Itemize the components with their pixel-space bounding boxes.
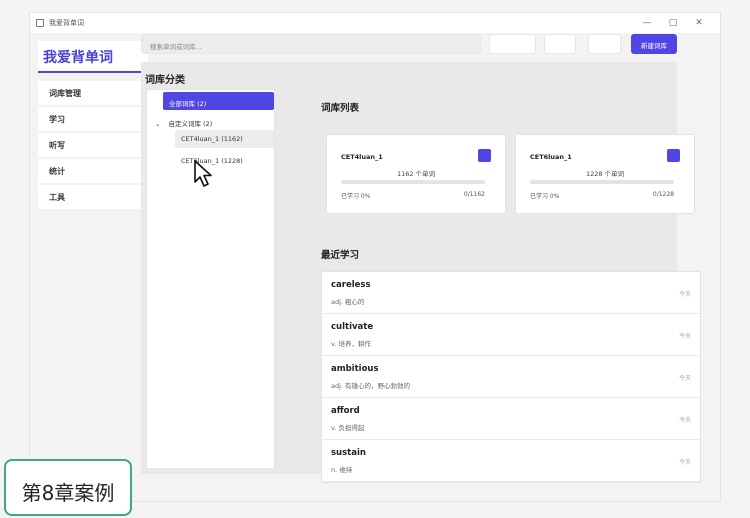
word-definition: v. 培养，耕作 (331, 340, 371, 348)
sidebar-item-stats[interactable]: 统计 (38, 159, 148, 183)
library-color-swatch[interactable] (478, 149, 491, 162)
word-definition: adj. 粗心的 (331, 298, 365, 306)
list-item[interactable]: ambitious adj. 有雄心的，野心勃勃的 今天 (322, 356, 700, 398)
chevron-down-icon[interactable]: ⌄ (155, 120, 160, 128)
search-input[interactable]: 搜索单词或词库... (141, 34, 481, 54)
word-text: afford (331, 406, 360, 416)
library-category-title: 词库分类 (145, 75, 185, 86)
tree-item-cet6[interactable]: CET6luan_1 (1228) (175, 152, 274, 170)
chapter-badge: 第8章案例 (4, 459, 132, 516)
toolbar-button-2[interactable] (544, 34, 576, 54)
progress-bar (530, 180, 674, 184)
word-time: 今天 (678, 417, 691, 424)
toolbar: 搜索单词或词库... 新建词库 (141, 34, 677, 56)
word-time: 今天 (678, 291, 691, 298)
progress-ratio: 0/1228 (652, 191, 674, 198)
word-definition: adj. 有雄心的，野心勃勃的 (331, 382, 411, 390)
sidebar-item-library[interactable]: 词库管理 (38, 81, 148, 105)
library-card-name: CET6luan_1 (530, 153, 572, 161)
word-time: 今天 (678, 375, 691, 382)
tree-group-custom[interactable]: ⌄ 自定义词库 (2) (155, 118, 212, 128)
library-word-count: 1162 个单词 (396, 170, 436, 178)
word-text: careless (331, 280, 371, 290)
word-text: ambitious (331, 364, 379, 374)
library-tree: 全部词库 (2) ⌄ 自定义词库 (2) CET4luan_1 (1162) CE… (146, 89, 275, 469)
list-item[interactable]: careless adj. 粗心的 今天 (322, 272, 700, 314)
recent-study-title: 最近学习 (321, 250, 360, 261)
word-time: 今天 (678, 333, 691, 340)
library-word-count: 1228 个单词 (585, 170, 625, 178)
window-title: 我爱背单词 (49, 19, 84, 27)
app-brand: 我爱背单词 (38, 41, 148, 73)
sidebar-item-study[interactable]: 学习 (38, 107, 148, 131)
list-item[interactable]: cultivate v. 培养，耕作 今天 (322, 314, 700, 356)
tree-group-label: 自定义词库 (2) (168, 120, 213, 128)
recent-word-list: careless adj. 粗心的 今天 cultivate v. 培养，耕作 … (321, 271, 701, 483)
library-card-name: CET4luan_1 (341, 153, 383, 161)
library-color-swatch[interactable] (667, 149, 680, 162)
title-bar: 我爱背单词 — ▢ ✕ (30, 13, 720, 33)
close-icon[interactable]: ✕ (686, 18, 712, 28)
maximize-icon[interactable]: ▢ (660, 18, 686, 28)
app-icon (36, 19, 44, 27)
list-item[interactable]: sustain n. 维持 今天 (322, 440, 700, 482)
toolbar-button-1[interactable] (489, 34, 536, 54)
word-definition: v. 负担得起 (331, 424, 365, 432)
progress-label: 已学习 0% (341, 193, 371, 200)
list-item[interactable]: afford v. 负担得起 今天 (322, 398, 700, 440)
sidebar-item-tools[interactable]: 工具 (38, 185, 148, 209)
new-library-button[interactable]: 新建词库 (631, 34, 677, 54)
library-list-title: 词库列表 (321, 103, 360, 114)
mouse-cursor-icon (194, 160, 212, 187)
tree-item-cet4[interactable]: CET4luan_1 (1162) (175, 130, 274, 148)
toolbar-button-3[interactable] (588, 34, 621, 54)
word-time: 今天 (678, 459, 691, 466)
word-definition: n. 维持 (331, 466, 353, 474)
minimize-icon[interactable]: — (634, 18, 660, 28)
word-text: cultivate (331, 322, 374, 332)
progress-bar (341, 180, 485, 184)
library-card[interactable]: CET6luan_1 1228 个单词 已学习 0% 0/1228 (515, 134, 695, 214)
library-card[interactable]: CET4luan_1 1162 个单词 已学习 0% 0/1162 (326, 134, 506, 214)
word-text: sustain (331, 448, 366, 458)
tree-item-all[interactable]: 全部词库 (2) (163, 92, 274, 110)
sidebar: 我爱背单词 词库管理 学习 听写 统计 工具 (38, 41, 148, 209)
sidebar-item-dictation[interactable]: 听写 (38, 133, 148, 157)
window-controls: — ▢ ✕ (634, 13, 712, 33)
progress-ratio: 0/1162 (463, 191, 485, 198)
progress-label: 已学习 0% (530, 193, 560, 200)
